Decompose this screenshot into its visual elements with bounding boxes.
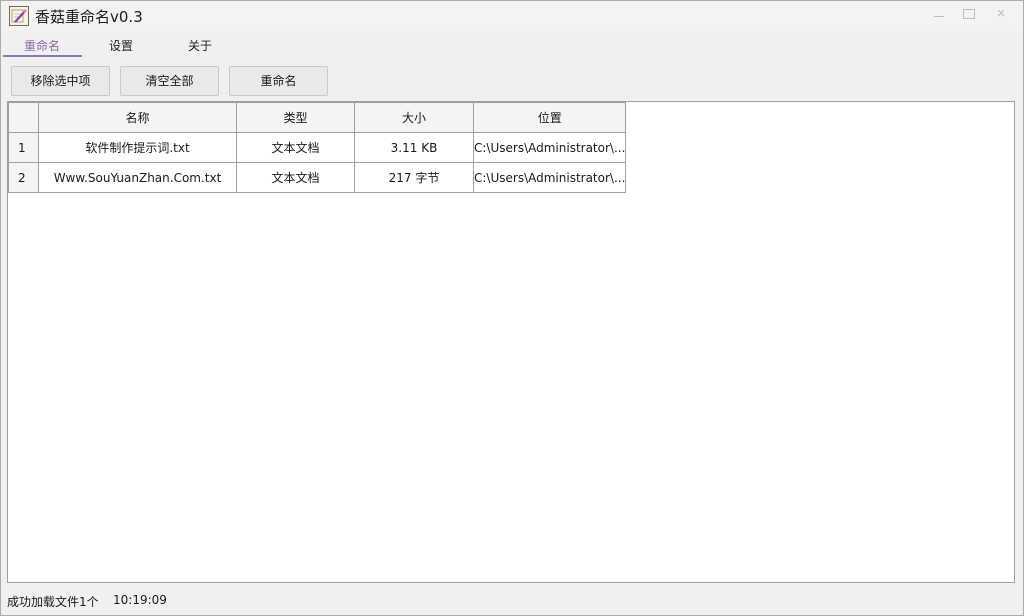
status-time: 10:19:09 [113, 593, 167, 607]
file-table: 名称 类型 大小 位置 1 软件制作提示词.txt 文本文档 3.11 KB C… [8, 102, 627, 193]
file-name-cell[interactable]: Www.SouYuanZhan.Com.txt [38, 162, 237, 193]
row-number[interactable]: 1 [8, 132, 39, 163]
status-bar: 成功加载文件1个 10:19:09 [1, 589, 1023, 615]
tab-rename[interactable]: 重命名 [21, 37, 63, 57]
title-bar[interactable]: 香菇重命名v0.3 ✕ [1, 1, 1023, 31]
file-type-cell[interactable]: 文本文档 [236, 132, 355, 163]
column-header-location[interactable]: 位置 [472, 102, 627, 133]
table-row[interactable]: 2 Www.SouYuanZhan.Com.txt 文本文档 217 字节 C:… [8, 162, 627, 193]
tab-about[interactable]: 关于 [185, 37, 215, 57]
active-tab-indicator [3, 55, 82, 57]
table-row[interactable]: 1 软件制作提示词.txt 文本文档 3.11 KB C:\Users\Admi… [8, 132, 627, 163]
table-header-row: 名称 类型 大小 位置 [8, 102, 627, 133]
tab-settings[interactable]: 设置 [106, 37, 136, 57]
maximize-icon[interactable] [959, 7, 979, 21]
file-path-cell[interactable]: C:\Users\Administrator\... [472, 132, 627, 163]
file-type-cell[interactable]: 文本文档 [236, 162, 355, 193]
clear-all-button[interactable]: 清空全部 [120, 66, 219, 96]
row-number[interactable]: 2 [8, 162, 39, 193]
tab-bar: 重命名 设置 关于 [1, 33, 1023, 57]
app-window: 香菇重命名v0.3 ✕ 重命名 设置 关于 移除选中项 清空全部 重命名 名称 … [0, 0, 1024, 616]
corner-header[interactable] [8, 102, 39, 133]
remove-selected-button[interactable]: 移除选中项 [11, 66, 110, 96]
status-message: 成功加载文件1个 [7, 595, 99, 609]
file-size-cell[interactable]: 217 字节 [354, 162, 474, 193]
pencil-paper-icon [9, 6, 29, 26]
close-icon[interactable]: ✕ [991, 7, 1011, 21]
file-path-cell[interactable]: C:\Users\Administrator\... [472, 162, 627, 193]
file-name-cell[interactable]: 软件制作提示词.txt [38, 132, 237, 163]
file-table-area[interactable]: 名称 类型 大小 位置 1 软件制作提示词.txt 文本文档 3.11 KB C… [7, 101, 1015, 583]
rename-button[interactable]: 重命名 [229, 66, 328, 96]
column-header-name[interactable]: 名称 [38, 102, 237, 133]
minimize-icon[interactable] [929, 7, 949, 21]
window-title: 香菇重命名v0.3 [35, 8, 143, 26]
file-size-cell[interactable]: 3.11 KB [354, 132, 474, 163]
right-edge [1017, 57, 1023, 587]
column-header-size[interactable]: 大小 [354, 102, 474, 133]
column-header-type[interactable]: 类型 [236, 102, 355, 133]
